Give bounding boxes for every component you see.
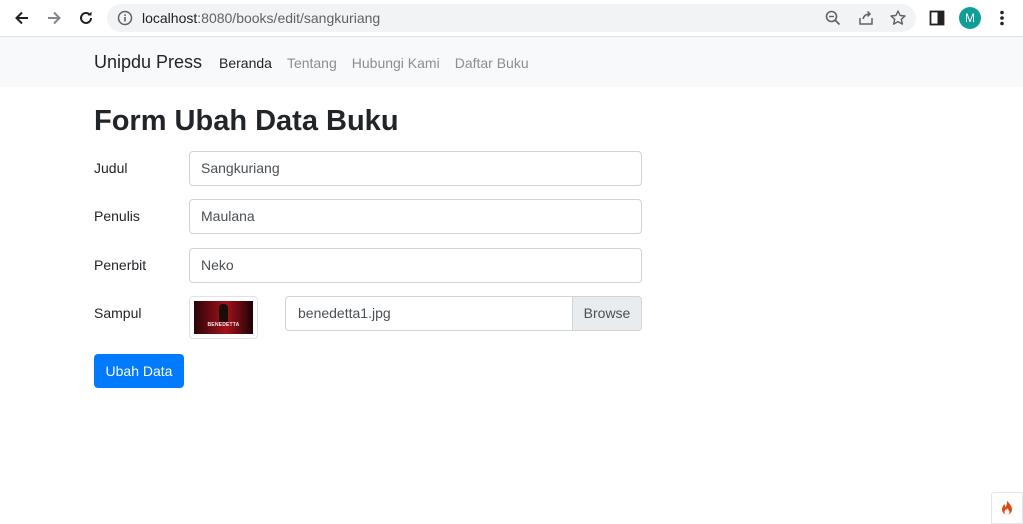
page-title: Form Ubah Data Buku [94,105,399,137]
form-row-penerbit: Penerbit Neko [94,248,642,283]
profile-avatar[interactable]: M [959,7,981,29]
form-row-judul: Judul Sangkuriang [94,151,642,186]
info-icon[interactable] [117,10,133,26]
ubah-data-button[interactable]: Ubah Data [94,354,184,388]
zoom-icon[interactable] [824,9,842,27]
penulis-input[interactable]: Maulana [189,199,642,234]
url-path: :8080/books/edit/sangkuriang [197,10,381,26]
browser-toolbar: localhost:8080/books/edit/sangkuriang M [0,0,1023,37]
file-name: benedetta1.jpg [298,305,391,321]
nav-link-beranda[interactable]: Beranda [219,54,272,72]
forward-icon[interactable] [41,6,67,30]
debug-toolbar-flame-icon[interactable] [991,492,1023,524]
penulis-label: Penulis [94,208,140,224]
reload-icon[interactable] [73,6,99,30]
sidepanel-icon[interactable] [926,7,948,29]
url-host: localhost [142,10,198,26]
nav-link-hubungi-kami[interactable]: Hubungi Kami [352,54,440,72]
share-icon[interactable] [857,9,875,27]
sampul-label: Sampul [94,305,142,321]
penerbit-label: Penerbit [94,257,147,273]
back-icon[interactable] [9,6,35,30]
cover-thumbnail: BENEDETTA [189,296,258,339]
address-bar[interactable]: localhost:8080/books/edit/sangkuriang [107,4,916,32]
browse-button[interactable]: Browse [572,297,641,330]
cover-title-text: BENEDETTA [207,322,240,328]
cover-figure [219,304,228,322]
nav-link-tentang[interactable]: Tentang [287,54,337,72]
navbar-brand[interactable]: Unipdu Press [94,51,202,73]
site-navbar: Unipdu Press Beranda Tentang Hubungi Kam… [0,37,1023,87]
judul-label: Judul [94,160,128,176]
penerbit-input[interactable]: Neko [189,248,642,283]
navbar-links: Beranda Tentang Hubungi Kami Daftar Buku [219,54,529,72]
cover-image: BENEDETTA [194,301,253,334]
form-row-penulis: Penulis Maulana [94,199,642,234]
form-row-sampul: Sampul BENEDETTA benedetta1.jpg Browse [94,296,642,339]
menu-icon[interactable] [991,7,1013,29]
url-text: localhost:8080/books/edit/sangkuriang [142,10,380,26]
nav-link-daftar-buku[interactable]: Daftar Buku [455,54,529,72]
cover-file-input[interactable]: benedetta1.jpg Browse [285,296,642,331]
star-icon[interactable] [889,9,907,27]
judul-input[interactable]: Sangkuriang [189,151,642,186]
